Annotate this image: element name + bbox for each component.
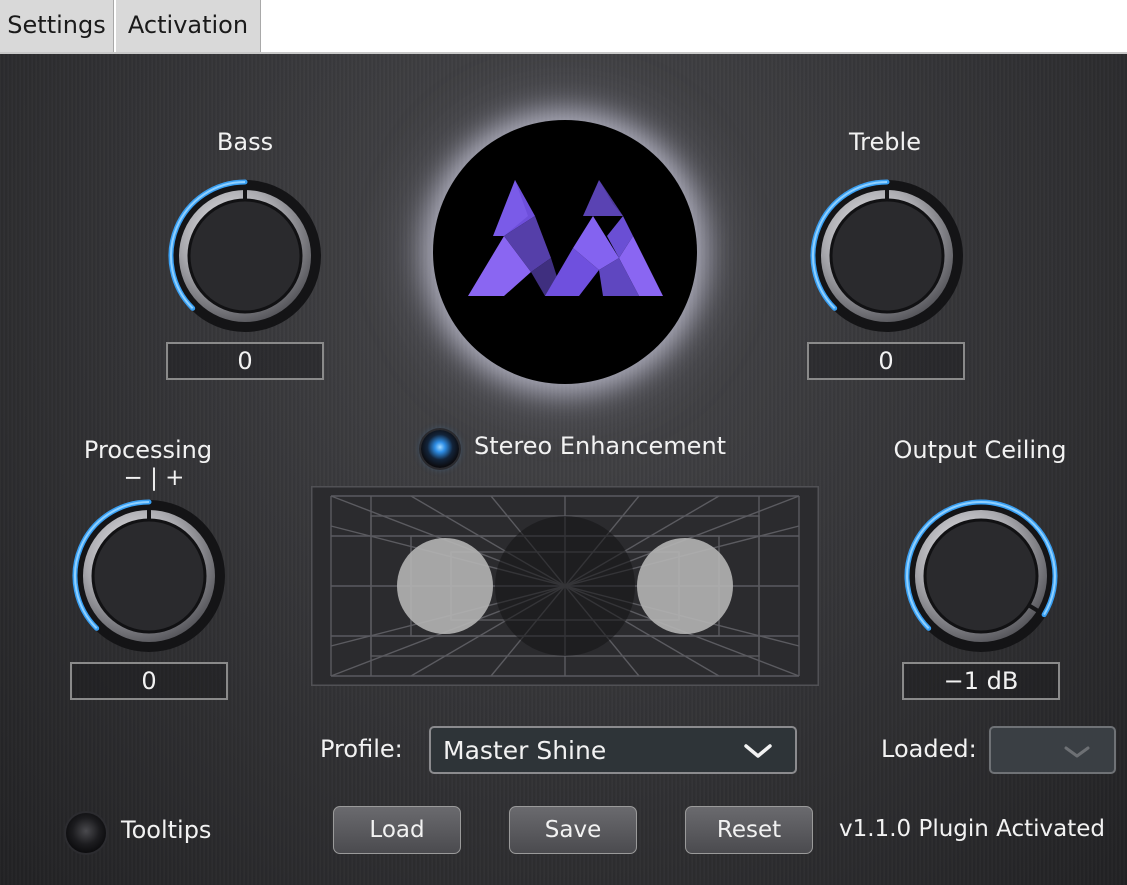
stereo-enhancement-label: Stereo Enhancement: [474, 432, 727, 460]
plugin-panel: Bass 0 Treble 0 Processing − | + 0 Stere…: [0, 54, 1127, 885]
profile-select[interactable]: Master Shine: [429, 726, 797, 774]
stereo-enhancement-toggle[interactable]: [421, 430, 459, 468]
profile-selected-value: Master Shine: [443, 736, 607, 765]
chevron-down-icon: [1064, 746, 1090, 758]
tooltips-toggle[interactable]: [66, 813, 106, 853]
processing-label: Processing: [83, 436, 213, 464]
knob-cap: [187, 198, 303, 314]
tab-activation[interactable]: Activation: [116, 0, 261, 52]
save-button[interactable]: Save: [509, 806, 637, 854]
left-channel-dot: [397, 538, 493, 634]
profile-label: Profile:: [320, 735, 403, 763]
treble-label: Treble: [849, 128, 921, 156]
output-ceiling-knob[interactable]: [895, 490, 1067, 662]
chevron-down-icon: [744, 744, 772, 758]
bass-label: Bass: [216, 128, 274, 156]
output-ceiling-label: Output Ceiling: [893, 436, 1067, 464]
processing-scale-label: − | +: [123, 465, 185, 491]
loaded-select[interactable]: [989, 726, 1116, 774]
brand-logo: [433, 120, 697, 384]
output-ceiling-value-field[interactable]: −1 dB: [902, 662, 1060, 700]
tab-settings[interactable]: Settings: [0, 0, 114, 52]
knob-cap: [829, 198, 945, 314]
tab-bar: Settings Activation: [0, 0, 1127, 54]
reset-button[interactable]: Reset: [685, 806, 813, 854]
processing-knob[interactable]: [63, 490, 235, 662]
stereo-field-display[interactable]: [311, 486, 819, 686]
treble-knob[interactable]: [801, 170, 973, 342]
loaded-label: Loaded:: [881, 735, 977, 763]
treble-value-field[interactable]: 0: [807, 342, 965, 380]
knob-cap: [91, 518, 207, 634]
right-channel-dot: [637, 538, 733, 634]
knob-cap: [923, 518, 1039, 634]
bass-knob[interactable]: [159, 170, 331, 342]
load-button[interactable]: Load: [333, 806, 461, 854]
logo-mark-icon: [468, 180, 663, 296]
processing-value-field[interactable]: 0: [70, 662, 228, 700]
bass-value-field[interactable]: 0: [166, 342, 324, 380]
status-text: v1.1.0 Plugin Activated: [839, 816, 1106, 842]
tooltips-label: Tooltips: [121, 816, 212, 844]
